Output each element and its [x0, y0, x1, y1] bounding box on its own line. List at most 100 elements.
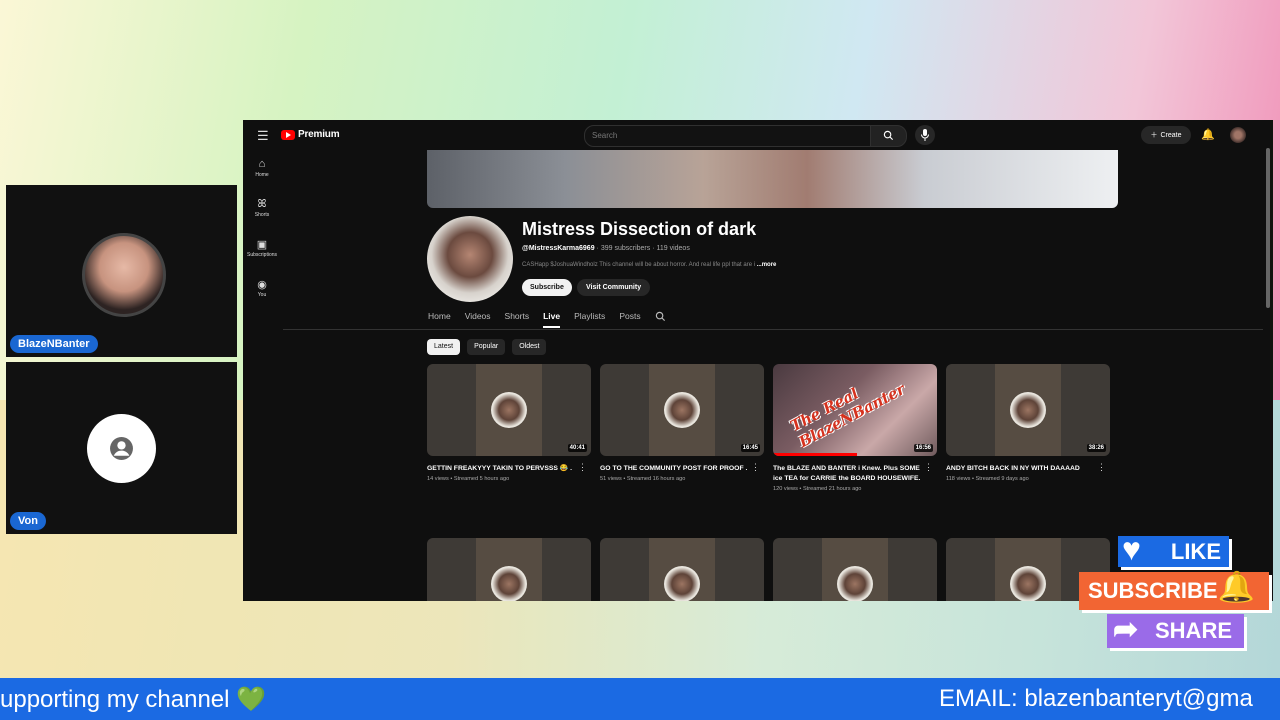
chip-popular[interactable]: Popular — [467, 339, 506, 355]
channel-description[interactable]: CASHapp $JoshuaWindholz This channel wil… — [522, 262, 776, 268]
subscriber-count: 399 subscribers — [600, 245, 651, 252]
subscriptions-icon: ▣ — [256, 239, 268, 251]
heart-icon: ♥ — [1122, 531, 1141, 567]
video-card[interactable]: 7:35 — [773, 538, 937, 601]
account-avatar[interactable] — [1230, 127, 1246, 143]
sidebar-item-you[interactable]: ◉ You — [243, 278, 281, 318]
bell-icon: 🔔 — [1217, 571, 1255, 604]
tab-shorts[interactable]: Shorts — [505, 311, 530, 328]
channel-search-icon[interactable] — [655, 311, 666, 322]
search-input[interactable]: Search — [584, 125, 872, 147]
tab-home[interactable]: Home — [428, 311, 451, 328]
channel-title: Mistress Dissection of dark — [522, 219, 757, 239]
sidebar-label: Home — [255, 172, 269, 178]
more-options-icon[interactable]: ⋮ — [578, 462, 587, 473]
tab-posts[interactable]: Posts — [619, 311, 640, 328]
subscribe-button[interactable]: Subscribe — [522, 279, 572, 296]
participant-name-badge: BlazeNBanter — [10, 335, 98, 353]
video-streamed: Streamed 5 hours ago — [453, 476, 510, 482]
participant-tile-von: Von — [6, 362, 237, 534]
thumbnail-face — [1010, 566, 1046, 601]
youtube-play-icon — [281, 129, 295, 140]
participant-tile-blazenbanter: BlazeNBanter — [6, 185, 237, 357]
video-thumbnail[interactable]: The Real BlazeNBanter 16:56 — [773, 364, 937, 456]
sidebar-item-subscriptions[interactable]: ▣ Subscriptions — [243, 238, 281, 278]
video-thumbnail[interactable]: 19:25 — [427, 538, 591, 601]
create-button[interactable]: ＋ Create — [1141, 126, 1191, 144]
sidebar-label: Subscriptions — [246, 252, 277, 258]
video-title[interactable]: The BLAZE AND BANTER i Knew. Plus SOME i… — [773, 464, 923, 484]
notifications-icon[interactable]: 🔔 — [1201, 128, 1215, 141]
more-options-icon[interactable]: ⋮ — [924, 462, 933, 473]
channel-avatar — [427, 216, 513, 302]
video-card[interactable]: The Real BlazeNBanter 16:56 The BLAZE AND … — [773, 364, 937, 492]
video-thumbnail[interactable]: 40:41 — [427, 364, 591, 456]
yt-topbar: ☰ Premium Search ＋ Create 🔔 — [243, 120, 1273, 150]
tab-divider — [283, 329, 1263, 330]
video-thumbnail[interactable]: 38:26 — [946, 364, 1110, 456]
search-icon — [883, 130, 894, 141]
video-meta: 14 views • Streamed 5 hours ago — [427, 476, 510, 482]
video-thumbnail[interactable]: 16:45 — [600, 364, 764, 456]
video-title[interactable]: ANDY BITCH BACK IN NY WITH DAAAAD — [946, 464, 1096, 474]
video-card[interactable]: 16:45 GO TO THE COMMUNITY POST FOR PROOF … — [600, 364, 764, 492]
channel-banner — [427, 150, 1118, 208]
sidebar-item-home[interactable]: ⌂ Home — [243, 158, 281, 198]
more-options-icon[interactable]: ⋮ — [1097, 462, 1106, 473]
share-label: SHARE — [1155, 618, 1233, 643]
search-button[interactable] — [870, 125, 907, 147]
video-card[interactable]: 19:25 — [427, 538, 591, 601]
chip-latest[interactable]: Latest — [427, 339, 461, 355]
video-duration: 16:56 — [913, 444, 933, 452]
menu-icon[interactable]: ☰ — [257, 128, 269, 144]
video-card[interactable]: 38:26 ANDY BITCH BACK IN NY WITH DAAAAD 11… — [946, 364, 1110, 492]
video-title[interactable]: GO TO THE COMMUNITY POST FOR PROOF . — [600, 464, 750, 474]
subscribe-label: SUBSCRIBE — [1088, 578, 1218, 603]
sidebar-label: Shorts — [254, 212, 270, 218]
video-views: 118 views — [946, 476, 971, 482]
thumbnail-face — [837, 566, 873, 601]
sidebar-item-shorts[interactable]: ꕤ Shorts — [243, 198, 281, 238]
thumbnail-face — [491, 392, 527, 428]
video-card[interactable]: 8:35 — [600, 538, 764, 601]
tab-live[interactable]: Live — [543, 311, 561, 328]
participant-name-badge: Von — [10, 512, 46, 530]
video-streamed: Streamed 21 hours ago — [802, 486, 862, 492]
video-count: 119 videos — [656, 245, 690, 252]
sidebar: ⌂ Home ꕤ Shorts ▣ Subscriptions ◉ You — [243, 158, 281, 318]
more-link[interactable]: ...more — [757, 262, 777, 268]
ticker-banner: upporting my channel 💚 EMAIL: blazenbant… — [0, 678, 1280, 720]
shorts-icon: ꕤ — [257, 198, 267, 210]
visit-community-button[interactable]: Visit Community — [577, 279, 651, 296]
plus-icon: ＋ — [1150, 132, 1158, 139]
description-text: CASHapp $JoshuaWindholz This channel wil… — [522, 262, 756, 268]
video-thumbnail[interactable]: 7:35 — [773, 538, 937, 601]
video-card[interactable]: 40:41 GETTIN FREAKYYY TAKIN TO PERVSSS 😂 … — [427, 364, 591, 492]
tab-playlists[interactable]: Playlists — [574, 311, 605, 328]
search-placeholder: Search — [592, 131, 618, 140]
you-icon: ◉ — [257, 279, 267, 291]
video-streamed: Streamed 9 days ago — [975, 476, 1029, 482]
logo-text: Premium — [298, 129, 340, 140]
video-views: 120 views — [773, 486, 798, 492]
sidebar-label: You — [257, 292, 267, 298]
tab-videos[interactable]: Videos — [465, 311, 491, 328]
sort-chips: Latest Popular Oldest — [427, 339, 547, 355]
youtube-logo[interactable]: Premium — [281, 129, 340, 140]
chip-oldest[interactable]: Oldest — [512, 339, 547, 355]
default-avatar-icon — [87, 414, 156, 483]
watch-progress — [773, 453, 857, 456]
ticker-right-text: EMAIL: blazenbanteryt@gma — [939, 685, 1253, 712]
create-label: Create — [1160, 131, 1182, 139]
thumbnail-stamp: The Real BlazeNBanter — [787, 380, 909, 452]
ticker-left-text: upporting my channel 💚 — [0, 686, 267, 713]
video-grid: 40:41 GETTIN FREAKYYY TAKIN TO PERVSSS 😂 … — [427, 364, 1117, 601]
video-thumbnail[interactable]: 8:35 — [600, 538, 764, 601]
mic-button[interactable] — [915, 125, 935, 145]
scrollbar[interactable] — [1266, 148, 1270, 308]
more-options-icon[interactable]: ⋮ — [751, 462, 760, 473]
video-duration: 40:41 — [567, 444, 587, 452]
video-title[interactable]: GETTIN FREAKYYY TAKIN TO PERVSSS 😂 . — [427, 464, 577, 474]
participant-avatar — [82, 233, 166, 317]
video-views: 14 views — [427, 476, 449, 482]
